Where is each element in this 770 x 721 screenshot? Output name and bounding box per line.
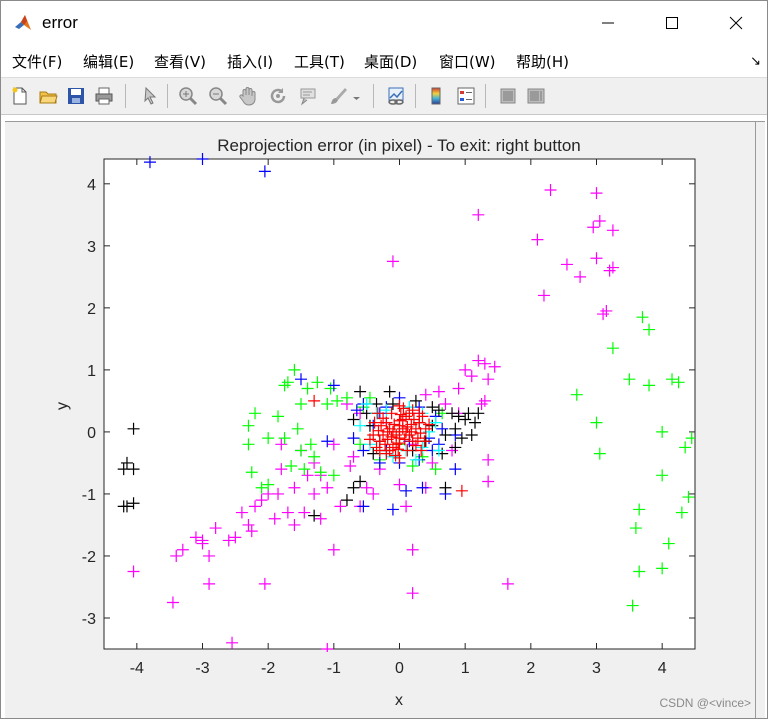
pointer-icon[interactable] <box>137 83 163 109</box>
save-icon[interactable] <box>63 83 89 109</box>
zoom-in-icon[interactable] <box>175 83 201 109</box>
watermark: CSDN @<vince> <box>659 696 751 710</box>
toolbar-separator <box>167 84 168 108</box>
menu-bar: 文件(F) 编辑(E) 查看(V) 插入(I) 工具(T) 桌面(D) 窗口(W… <box>1 47 767 75</box>
y-tick-label: -1 <box>82 487 96 504</box>
minimize-button[interactable] <box>585 9 631 37</box>
brush-icon[interactable] <box>325 83 351 109</box>
menu-file[interactable]: 文件(F) <box>12 51 62 72</box>
menu-view[interactable]: 查看(V) <box>154 51 206 72</box>
brush-dropdown-icon[interactable] <box>351 83 363 109</box>
x-tick-label: 0 <box>395 660 404 677</box>
close-button[interactable] <box>713 9 759 37</box>
print-icon[interactable] <box>91 83 117 109</box>
menu-help[interactable]: 帮助(H) <box>516 51 569 72</box>
new-figure-icon[interactable] <box>7 83 33 109</box>
x-tick-label: -2 <box>261 660 275 677</box>
x-tick-label: -1 <box>327 660 341 677</box>
toolbar-separator <box>485 84 486 108</box>
x-tick-label: -4 <box>130 660 144 677</box>
x-tick-label: 4 <box>658 660 667 677</box>
figure-toolbar <box>1 77 767 115</box>
data-cursor-icon[interactable] <box>295 83 321 109</box>
y-tick-label: 0 <box>87 425 96 442</box>
toolbar-separator <box>373 84 374 108</box>
y-tick-label: 2 <box>87 301 96 318</box>
link-plot-icon[interactable] <box>383 83 409 109</box>
y-tick-label: 1 <box>87 363 96 380</box>
figure-window: error 文件(F) 编辑(E) 查看(V) 插入(I) 工具(T) 桌面(D… <box>0 0 768 719</box>
open-file-icon[interactable] <box>35 83 61 109</box>
x-tick-label: -3 <box>195 660 209 677</box>
legend-icon[interactable] <box>453 83 479 109</box>
chart-title: Reprojection error (in pixel) - To exit:… <box>217 136 580 155</box>
title-bar: error <box>1 1 767 43</box>
window-title: error <box>42 13 78 32</box>
pan-icon[interactable] <box>235 83 261 109</box>
maximize-icon <box>666 17 678 29</box>
x-tick-label: 1 <box>461 660 470 677</box>
menu-desktop[interactable]: 桌面(D) <box>364 51 417 72</box>
y-axis-label: y <box>54 402 71 410</box>
y-tick-label: 3 <box>87 239 96 256</box>
matlab-logo-icon <box>13 13 33 33</box>
rotate-3d-icon[interactable] <box>265 83 291 109</box>
colorbar-icon[interactable] <box>423 83 449 109</box>
x-tick-label: 3 <box>592 660 601 677</box>
minimize-icon <box>602 22 614 24</box>
menu-edit[interactable]: 编辑(E) <box>83 51 134 72</box>
y-tick-label: 4 <box>87 177 96 194</box>
x-tick-label: 2 <box>526 660 535 677</box>
zoom-out-icon[interactable] <box>205 83 231 109</box>
maximize-button[interactable] <box>649 9 695 37</box>
toolbar-separator <box>125 84 126 108</box>
menu-tools[interactable]: 工具(T) <box>294 51 345 72</box>
scatter-plot[interactable]: Reprojection error (in pixel) - To exit:… <box>5 121 765 718</box>
menu-window[interactable]: 窗口(W) <box>439 51 496 72</box>
figure-canvas[interactable]: Reprojection error (in pixel) - To exit:… <box>5 121 765 718</box>
menu-insert[interactable]: 插入(I) <box>227 51 273 72</box>
show-plot-tools-icon[interactable] <box>523 83 549 109</box>
y-tick-label: -3 <box>82 611 96 628</box>
y-tick-label: -2 <box>82 549 96 566</box>
menu-overflow-arrow-icon[interactable]: ↘ <box>750 53 761 69</box>
toolbar-separator <box>415 84 416 108</box>
close-icon <box>729 16 743 30</box>
hide-plot-tools-icon[interactable] <box>495 83 521 109</box>
x-axis-label: x <box>395 692 403 709</box>
